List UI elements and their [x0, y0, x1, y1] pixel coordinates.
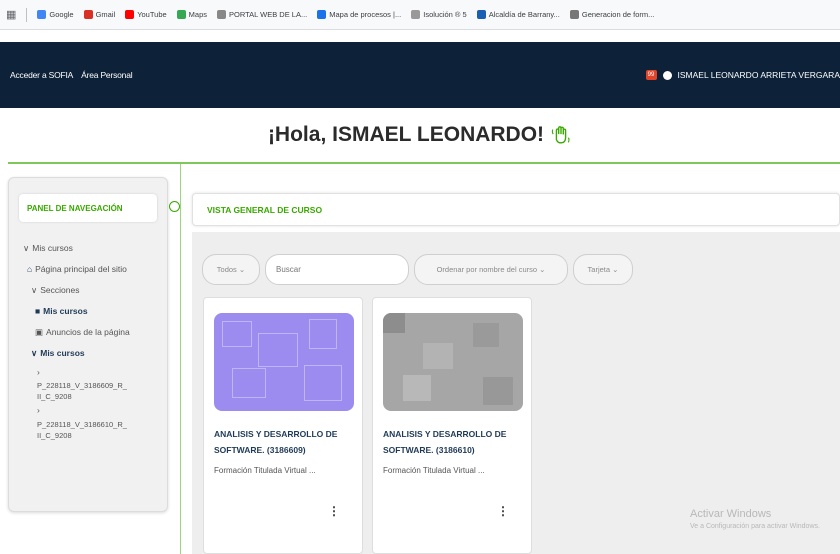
nav-item-mis-cursos-list[interactable]: ∨ Mis cursos — [23, 343, 130, 364]
bookmark-youtube[interactable]: YouTube — [125, 10, 167, 19]
bookmark-mapa-procesos[interactable]: Mapa de procesos |... — [317, 10, 401, 19]
course-card[interactable]: ANALISIS Y DESARROLLO DE SOFTWARE. (3186… — [372, 297, 532, 554]
nav-item-anuncios[interactable]: ▣ Anuncios de la página — [23, 322, 130, 343]
nav-link-sofia[interactable]: Acceder a SOFIA — [10, 70, 73, 80]
nav-item-mis-cursos-section[interactable]: ■ Mis cursos — [23, 301, 130, 322]
user-name[interactable]: ISMAEL LEONARDO ARRIETA VERGARA — [678, 70, 840, 80]
course-title[interactable]: ANALISIS Y DESARROLLO DE SOFTWARE. (3186… — [214, 426, 354, 458]
course-thumbnail[interactable] — [214, 313, 354, 411]
nav-course-code-2[interactable]: P_228118_V_3186610_R_ II_C_9208 — [23, 419, 130, 442]
bookmark-isolucion[interactable]: Isolución ® 5 — [411, 10, 467, 19]
bookmarks-bar: ▦ Google Gmail YouTube Maps PORTAL WEB D… — [0, 0, 840, 30]
filter-all-dropdown[interactable]: Todos ⌄ — [202, 254, 260, 285]
view-dropdown[interactable]: Tarjeta ⌄ — [573, 254, 633, 285]
book-icon: ■ — [35, 306, 41, 317]
more-options-icon[interactable]: ⋮ — [497, 504, 509, 518]
course-overview-title: VISTA GENERAL DE CURSO — [207, 204, 323, 215]
chevron-down-icon: ⌄ — [612, 265, 619, 274]
user-menu[interactable]: 99 ISMAEL LEONARDO ARRIETA VERGARA — [645, 70, 840, 80]
chevron-down-icon: ⌄ — [238, 265, 246, 274]
header-nav: Acceder a SOFIA Área Personal — [10, 70, 133, 80]
chevron-down-icon: ∨ — [23, 243, 30, 254]
layout-divider — [180, 164, 181, 554]
notification-badge[interactable]: 99 — [645, 70, 657, 80]
sort-dropdown[interactable]: Ordenar por nombre del curso ⌄ — [414, 254, 568, 285]
windows-activation-watermark: Activar Windows Ve a Configuración para … — [690, 508, 820, 530]
sena-dashboard-page: ▦ Google Gmail YouTube Maps PORTAL WEB D… — [0, 0, 840, 554]
search-input[interactable]: Buscar — [265, 254, 409, 285]
course-overview-header: VISTA GENERAL DE CURSO — [192, 193, 840, 226]
home-icon: ⌂ — [27, 264, 33, 275]
bookmark-generacion[interactable]: Generacion de form... — [569, 10, 654, 19]
greeting-divider — [8, 162, 840, 164]
nav-item-pagina-principal[interactable]: ⌂ Página principal del sitio — [23, 259, 130, 280]
chevron-down-icon: ∨ — [31, 348, 38, 359]
waving-hand-icon — [551, 126, 570, 144]
navigation-tree: ∨ Mis cursos ⌂ Página principal del sitio … — [23, 238, 130, 441]
panel-title: PANEL DE NAVEGACIÓN — [19, 194, 157, 222]
course-category: Formación Titulada Virtual ... — [214, 466, 316, 475]
nav-item-mis-cursos[interactable]: ∨ Mis cursos — [23, 238, 130, 259]
navigation-panel: PANEL DE NAVEGACIÓN ∨ Mis cursos ⌂ Página … — [8, 177, 168, 512]
panel-toggle-button[interactable] — [169, 201, 180, 212]
course-title[interactable]: ANALISIS Y DESARROLLO DE SOFTWARE. (3186… — [383, 426, 523, 458]
chevron-down-icon: ∨ — [31, 285, 38, 296]
announcement-icon: ▣ — [35, 327, 44, 338]
course-card[interactable]: ANALISIS Y DESARROLLO DE SOFTWARE. (3186… — [203, 297, 363, 554]
course-filters: Todos ⌄ Buscar Ordenar por nombre del cu… — [202, 254, 633, 285]
nav-item-secciones[interactable]: ∨ Secciones — [23, 280, 130, 301]
bookmark-alcaldia[interactable]: Alcaldía de Barrany... — [476, 10, 560, 19]
bookmark-portal-web[interactable]: PORTAL WEB DE LA... — [217, 10, 307, 19]
nav-link-area-personal[interactable]: Área Personal — [81, 70, 132, 80]
chevron-right-icon[interactable]: › — [23, 403, 130, 419]
chevron-right-icon[interactable]: › — [23, 364, 130, 380]
more-options-icon[interactable]: ⋮ — [328, 504, 340, 518]
chat-icon[interactable] — [662, 70, 672, 80]
bookmarks-divider — [26, 7, 28, 22]
course-category: Formación Titulada Virtual ... — [383, 466, 485, 475]
apps-grid-icon[interactable]: ▦ — [6, 8, 16, 21]
course-thumbnail[interactable] — [383, 313, 523, 411]
bookmark-maps[interactable]: Maps — [176, 10, 207, 19]
greeting-banner: ¡Hola, ISMAEL LEONARDO! — [0, 108, 840, 162]
nav-course-code-1[interactable]: P_228118_V_3186609_R_ II_C_9208 — [23, 380, 130, 403]
greeting-text: ¡Hola, ISMAEL LEONARDO! — [267, 123, 545, 146]
site-header: Acceder a SOFIA Área Personal 99 ISMAEL … — [0, 42, 840, 108]
bookmark-gmail[interactable]: Gmail — [83, 10, 115, 19]
chevron-down-icon: ⌄ — [539, 265, 546, 274]
bookmark-google[interactable]: Google — [37, 10, 74, 19]
